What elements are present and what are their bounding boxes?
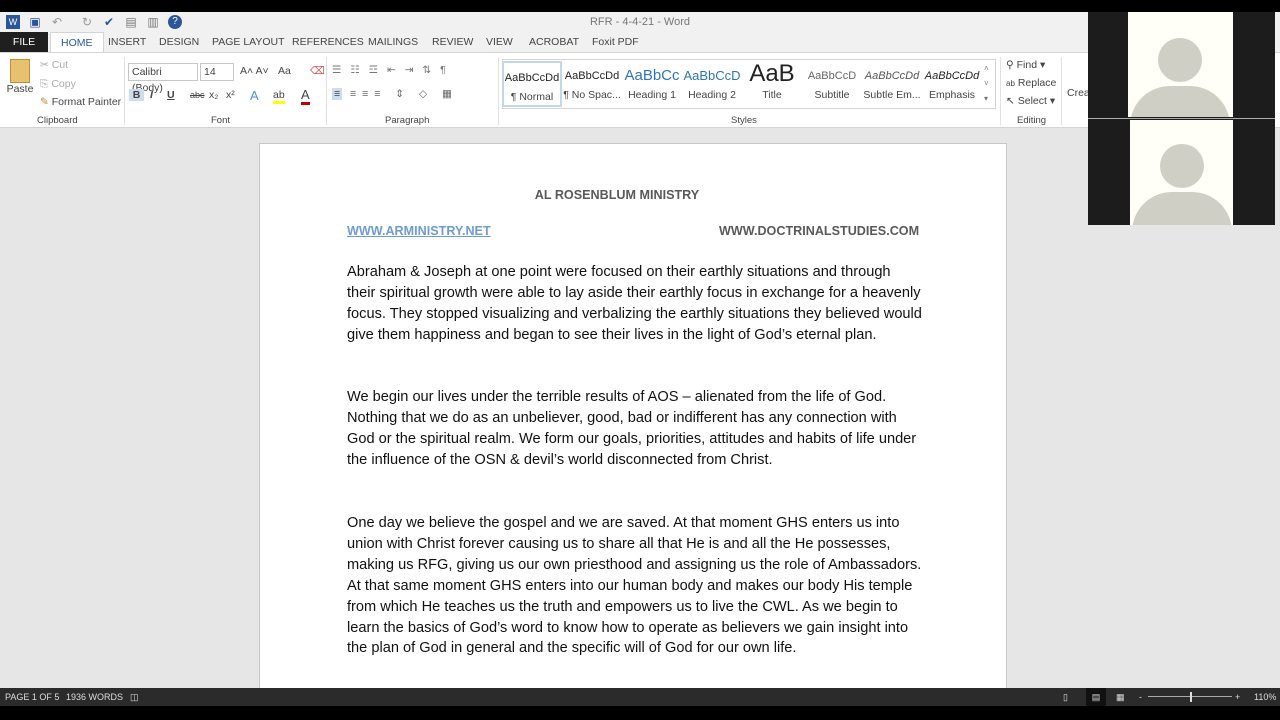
highlight-icon[interactable]: ab xyxy=(273,89,285,104)
align-buttons[interactable]: ≡≡≡ ⇕ ◇ ▦ xyxy=(350,88,458,100)
divider xyxy=(1061,57,1062,125)
divider xyxy=(124,57,125,125)
tab-insert[interactable]: INSERT xyxy=(98,32,156,52)
font-size-select[interactable]: 14 xyxy=(200,63,234,81)
tab-home[interactable]: HOME xyxy=(50,32,104,52)
paragraph: We begin our lives under the terrible re… xyxy=(347,389,917,468)
style-subtitle[interactable]: AaBbCcD Subtitle xyxy=(802,61,862,107)
divider xyxy=(1088,118,1275,119)
copy-button[interactable]: ⎘ Copy xyxy=(40,78,76,91)
align-left-button[interactable]: ≡ xyxy=(332,88,343,100)
tab-page-layout[interactable]: PAGE LAYOUT xyxy=(202,32,295,52)
font-color-icon[interactable]: A xyxy=(301,87,310,105)
paste-icon xyxy=(10,59,30,83)
divider xyxy=(1000,57,1001,125)
avatar-body xyxy=(1132,192,1232,225)
tab-view[interactable]: VIEW xyxy=(476,32,523,52)
style-normal[interactable]: AaBbCcDd ¶ Normal xyxy=(502,61,562,107)
paragraph: Abraham & Joseph at one point were focus… xyxy=(347,264,922,343)
document-heading: AL ROSENBLUM MINISTRY xyxy=(534,188,700,202)
tab-foxit-pdf[interactable]: Foxit PDF xyxy=(582,32,649,52)
divider xyxy=(498,57,499,125)
style-title[interactable]: AaB Title xyxy=(742,61,802,107)
tab-review[interactable]: REVIEW xyxy=(422,32,483,52)
tab-acrobat[interactable]: ACROBAT xyxy=(519,32,589,52)
style-no-spacing[interactable]: AaBbCcDd ¶ No Spac... xyxy=(562,61,622,107)
binoculars-icon: ⚲ xyxy=(1006,59,1014,71)
cut-button[interactable]: ✂ Cut xyxy=(40,59,68,71)
styles-group-label: Styles xyxy=(731,115,757,126)
bold-button[interactable]: B xyxy=(129,89,144,101)
replace-button[interactable]: ab Replace xyxy=(1006,77,1056,89)
subscript-button[interactable]: x₂ xyxy=(209,89,218,101)
editing-group-label: Editing xyxy=(1017,115,1047,126)
replace-icon: ab xyxy=(1006,79,1015,88)
clear-formatting-icon[interactable]: ⌫ xyxy=(310,65,325,77)
zoom-out-button[interactable]: - xyxy=(1139,688,1142,706)
find-button[interactable]: ⚲ Find ▾ xyxy=(1006,59,1045,71)
superscript-button[interactable]: x² xyxy=(226,89,235,101)
page-count[interactable]: PAGE 1 OF 5 xyxy=(5,688,59,706)
style-heading-1[interactable]: AaBbCc Heading 1 xyxy=(622,61,682,107)
participant-tile[interactable] xyxy=(1130,120,1233,225)
styles-scroll[interactable]: ˄ ˅ ▾ xyxy=(984,61,989,106)
clipboard-group-label: Clipboard xyxy=(37,115,78,126)
style-heading-2[interactable]: AaBbCcD Heading 2 xyxy=(682,61,742,107)
scissors-icon: ✂ xyxy=(40,59,49,71)
read-mode-icon[interactable]: ▯ xyxy=(1063,688,1068,706)
video-call-overlay xyxy=(1088,12,1275,225)
paragraph-group-label: Paragraph xyxy=(385,115,430,126)
tab-mailings[interactable]: MAILINGS xyxy=(358,32,428,52)
italic-button[interactable]: I xyxy=(150,89,153,101)
change-case-button[interactable]: Aa xyxy=(278,65,291,77)
print-layout-icon[interactable]: ▤ xyxy=(1086,688,1106,706)
grow-font-icon[interactable]: A˄ A˅ xyxy=(240,65,269,77)
font-group-label: Font xyxy=(211,115,231,126)
divider xyxy=(326,57,327,125)
list-buttons[interactable]: ☰ ☷ ☲ ⇤ ⇥ ⇅ ¶ xyxy=(332,64,449,76)
zoom-level[interactable]: 110% xyxy=(1254,688,1276,706)
copy-icon: ⎘ xyxy=(40,78,49,90)
link-arministry[interactable]: WWW.ARMINISTRY.NET xyxy=(347,224,491,238)
tab-file[interactable]: FILE xyxy=(0,32,48,52)
participant-tile[interactable] xyxy=(1128,12,1233,117)
format-painter-button[interactable]: ✎ Format Painter xyxy=(40,96,121,108)
zoom-slider-thumb[interactable] xyxy=(1190,692,1192,702)
document-page[interactable]: AL ROSENBLUM MINISTRY WWW.ARMINISTRY.NET… xyxy=(259,143,1007,703)
strikethrough-button[interactable]: abc xyxy=(190,90,205,100)
style-emphasis[interactable]: AaBbCcDd Emphasis xyxy=(922,61,982,107)
brush-icon: ✎ xyxy=(40,96,49,108)
cursor-icon: ↖ xyxy=(1006,95,1015,107)
text-effects-icon[interactable]: A xyxy=(250,88,259,103)
paste-button[interactable]: Paste xyxy=(6,57,34,111)
paragraph: One day we believe the gospel and we are… xyxy=(347,515,922,657)
style-subtle-emphasis[interactable]: AaBbCcDd Subtle Em... xyxy=(862,61,922,107)
tab-design[interactable]: DESIGN xyxy=(149,32,209,52)
word-count[interactable]: 1936 WORDS xyxy=(66,688,123,706)
avatar-icon xyxy=(1158,38,1202,82)
avatar-body xyxy=(1130,86,1230,117)
font-name-select[interactable]: Calibri (Body) xyxy=(128,63,198,94)
underline-button[interactable]: U xyxy=(167,89,175,101)
status-bar: PAGE 1 OF 5 1936 WORDS ◫ ▯ ▤ ▦ - + 110% xyxy=(0,688,1280,706)
web-layout-icon[interactable]: ▦ xyxy=(1116,688,1125,706)
zoom-in-button[interactable]: + xyxy=(1235,688,1240,706)
avatar-icon xyxy=(1160,144,1204,188)
select-button[interactable]: ↖ Select ▾ xyxy=(1006,95,1055,107)
proofing-icon[interactable]: ◫ xyxy=(130,688,139,706)
link-doctrinalstudies: WWW.DOCTRINALSTUDIES.COM xyxy=(719,224,920,238)
create-button[interactable]: Crea xyxy=(1067,87,1090,99)
